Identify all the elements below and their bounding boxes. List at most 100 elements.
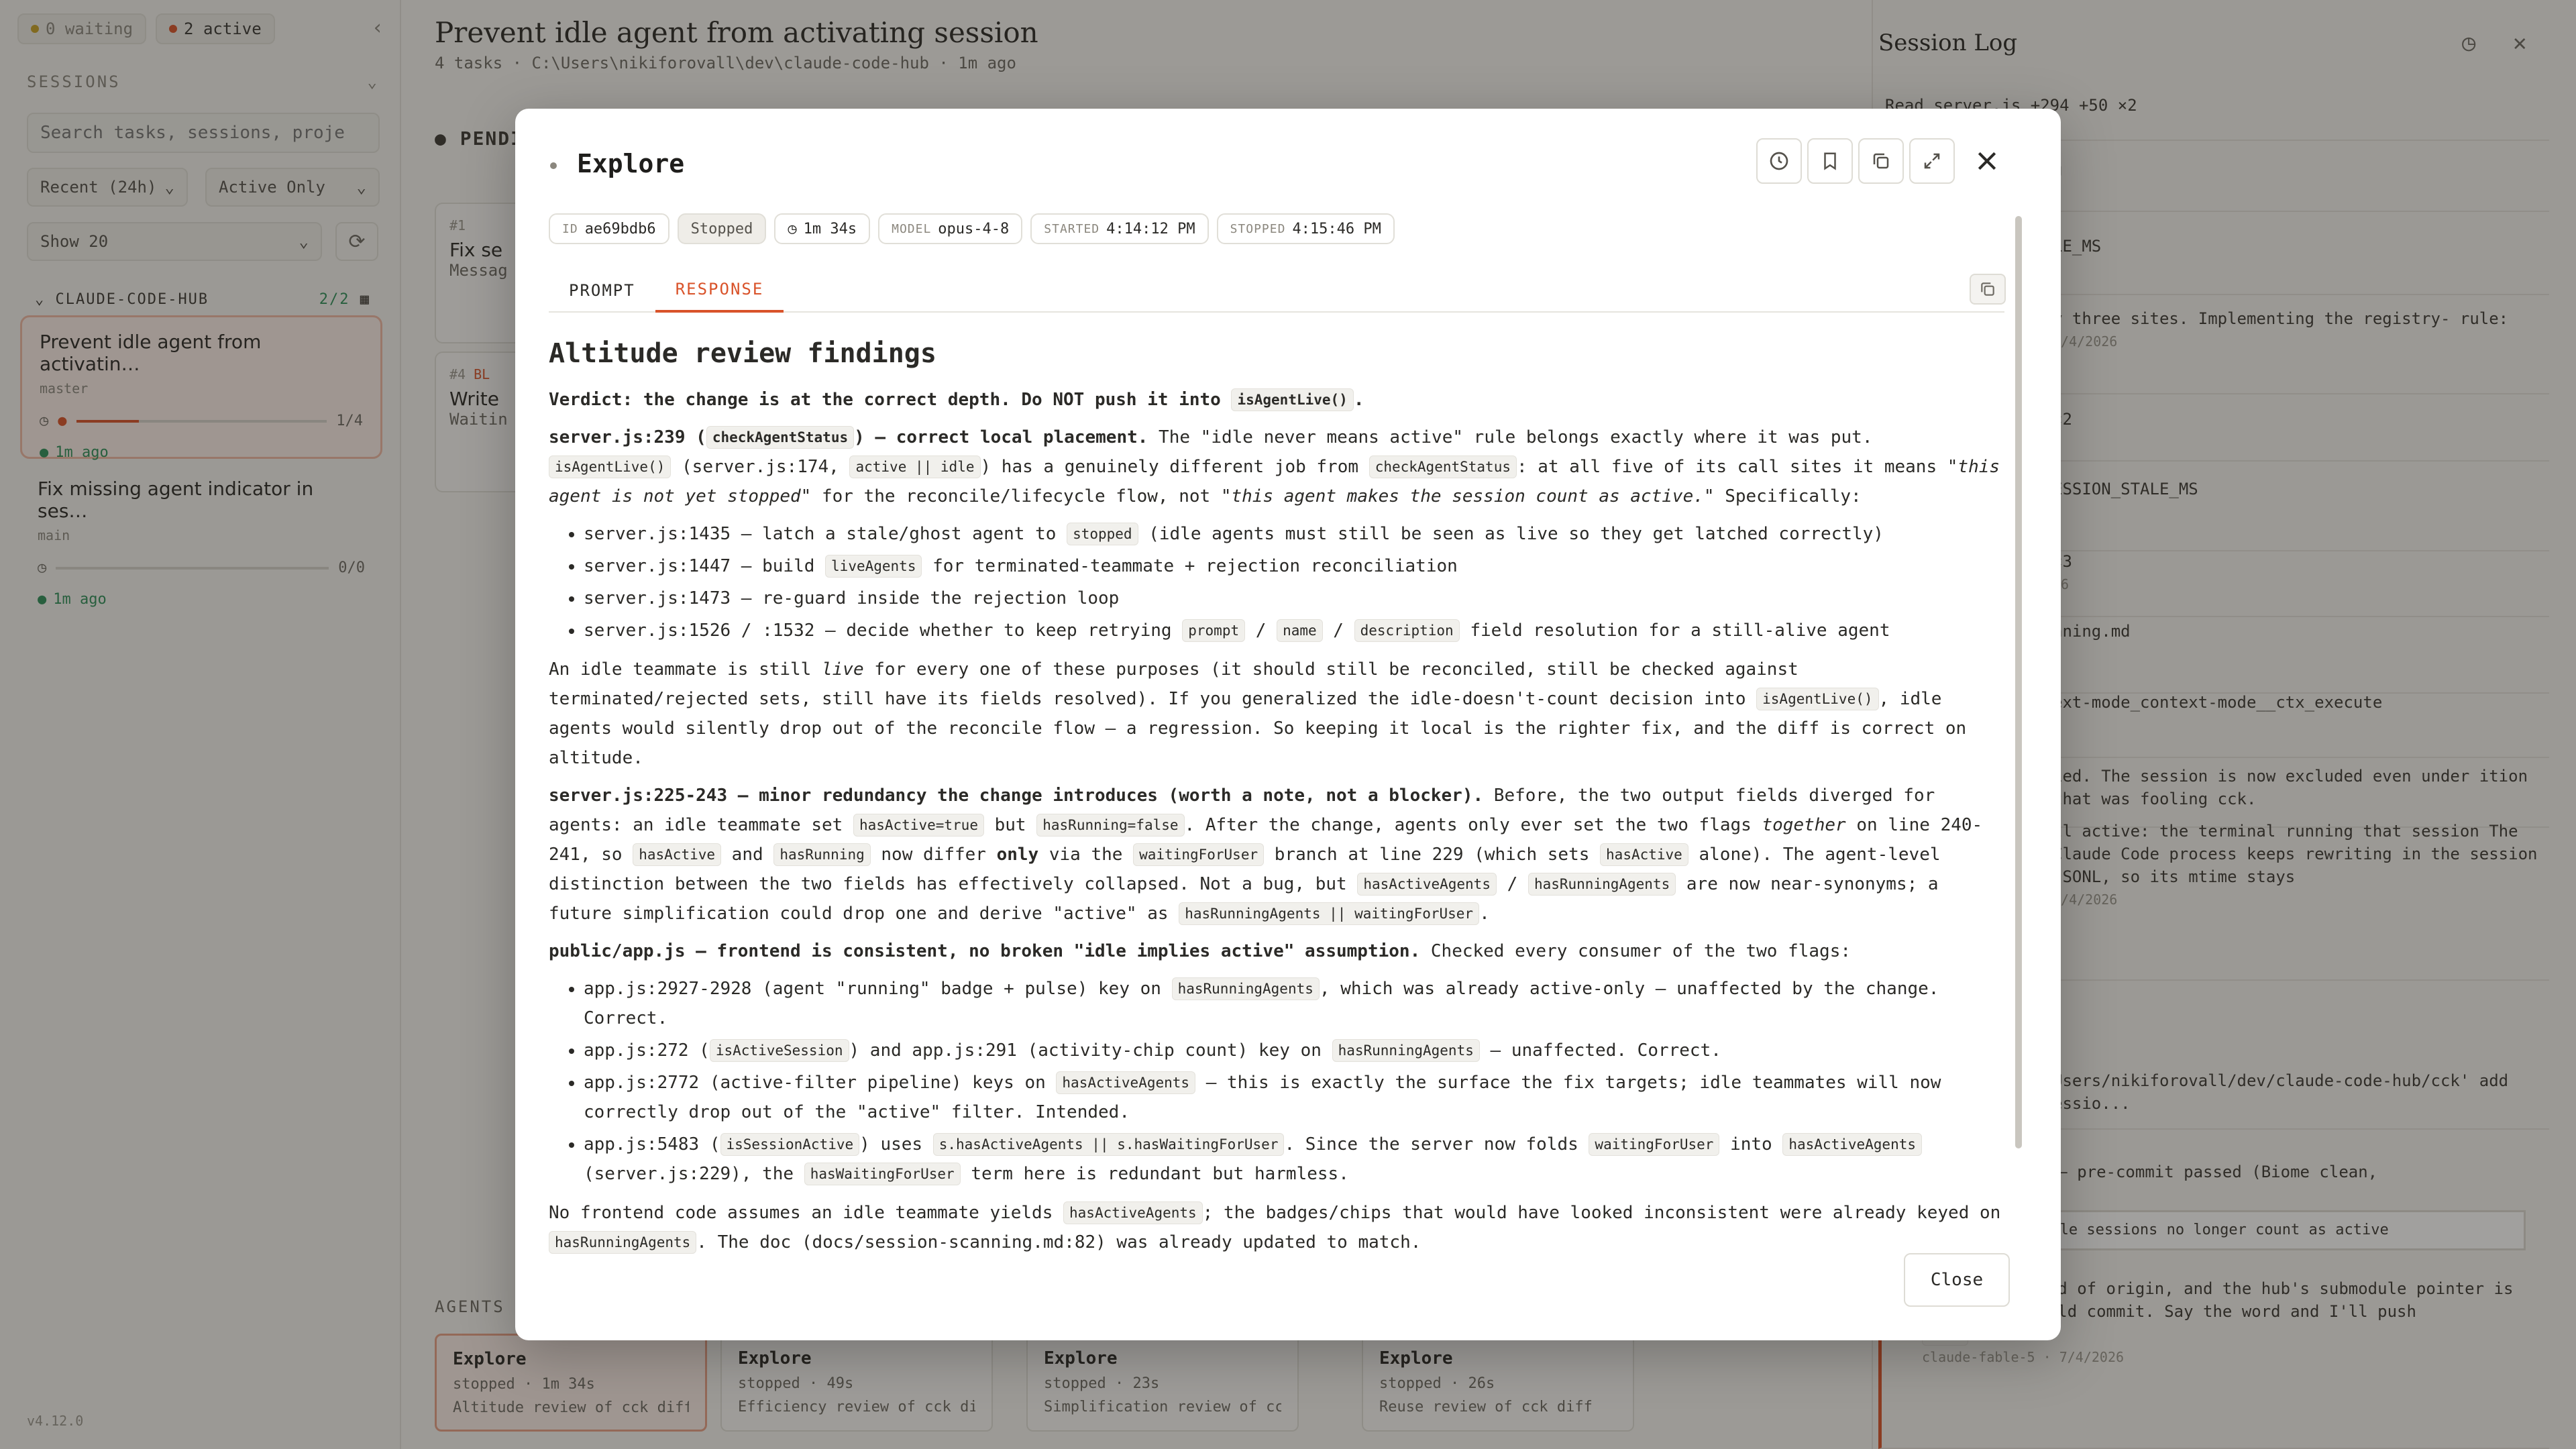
tab-prompt[interactable]: PROMPT (549, 268, 655, 313)
id-chip: ID ae69bdb6 (549, 213, 669, 244)
inline-code: hasRunningAgents (1332, 1039, 1480, 1062)
duration-chip: ◷ 1m 34s (774, 213, 871, 244)
list-item: app.js:2772 (active-filter pipeline) key… (584, 1068, 2004, 1127)
inline-code: hasActiveAgents (1357, 873, 1497, 896)
copy-icon (1981, 282, 1994, 296)
inline-code: liveAgents (825, 555, 922, 578)
text: server.js:1526 / :1532 — decide whether … (584, 621, 1183, 641)
text: server.js:225-243 — minor redundancy the… (549, 786, 1484, 806)
finding-paragraph: public/app.js — frontend is consistent, … (549, 936, 2004, 966)
expand-icon (1924, 153, 1940, 169)
bookmark-button[interactable] (1807, 138, 1853, 184)
text: live (822, 659, 864, 680)
copy-response-button[interactable] (1970, 274, 2006, 305)
list-item: server.js:1435 — latch a stale/ghost age… (584, 519, 2004, 549)
list-item: server.js:1447 — build liveAgents for te… (584, 551, 2004, 581)
text: . (1353, 390, 1364, 410)
text: via the (1038, 845, 1134, 865)
stopped-key: STOPPED (1230, 221, 1286, 236)
text: server.js:1447 — build (584, 556, 826, 576)
started-chip: STARTED 4:14:12 PM (1030, 213, 1209, 244)
inline-code: waitingForUser (1133, 843, 1265, 866)
text: / (1245, 621, 1277, 641)
inline-code: hasRunningAgents (1171, 977, 1320, 1000)
text: ) has a genuinely different job from (980, 457, 1369, 477)
text: The "idle never means active" rule belon… (1148, 427, 1873, 447)
modal-actions (1756, 138, 2010, 184)
call-site-list: server.js:1435 — latch a stale/ghost age… (584, 519, 2004, 645)
close-button[interactable]: Close (1904, 1253, 2010, 1307)
finding-paragraph: server.js:225-243 — minor redundancy the… (549, 781, 2004, 928)
inline-code: isAgentLive() (1231, 388, 1354, 411)
clock-icon: ◷ (788, 220, 797, 237)
tab-response[interactable]: RESPONSE (655, 268, 784, 313)
close-modal-button[interactable] (1964, 138, 2010, 184)
text: Verdict: the change is at the correct de… (549, 390, 1232, 410)
expand-button[interactable] (1909, 138, 1955, 184)
text: (server.js:229), the (584, 1164, 804, 1184)
consumer-list: app.js:2927-2928 (agent "running" badge … (584, 974, 2004, 1189)
text: ; the badges/chips that would have looke… (1202, 1203, 2001, 1223)
text: — unaffected. Correct. (1479, 1040, 1721, 1061)
scrollbar[interactable] (2015, 216, 2022, 1148)
text: app.js:2772 (active-filter pipeline) key… (584, 1073, 1057, 1093)
status-dot-icon (550, 162, 557, 169)
inline-code: hasWaitingForUser (804, 1163, 961, 1185)
copy-button[interactable] (1858, 138, 1904, 184)
text: for terminated-teammate + rejection reco… (922, 556, 1458, 576)
text: now differ (870, 845, 997, 865)
close-icon (1978, 152, 1996, 170)
started-key: STARTED (1044, 221, 1100, 236)
inline-code: hasRunningAgents || waitingForUser (1179, 902, 1480, 925)
inline-code: isActiveSession (709, 1039, 849, 1062)
text: together (1762, 815, 1846, 835)
duration-value: 1m 34s (803, 220, 857, 237)
id-value: ae69bdb6 (584, 220, 656, 237)
inline-code: isAgentLive() (549, 455, 672, 478)
text: server.js:1435 — latch a stale/ghost age… (584, 524, 1067, 544)
text: . The doc (docs/session-scanning.md:82) … (696, 1232, 1421, 1252)
inline-code: hasRunningAgents (549, 1231, 697, 1254)
verdict-paragraph: Verdict: the change is at the correct de… (549, 385, 2004, 415)
text: but (983, 815, 1037, 835)
history-button[interactable] (1756, 138, 1802, 184)
bookmark-icon (1824, 152, 1836, 170)
inline-code: stopped (1067, 523, 1138, 545)
modal-tabs: PROMPT RESPONSE (549, 268, 2004, 313)
text: Checked every consumer of the two flags: (1420, 941, 1851, 961)
text: . After the change, agents only ever set… (1184, 815, 1762, 835)
inline-code: hasRunning (773, 843, 871, 866)
response-body: Altitude review findings Verdict: the ch… (549, 330, 2004, 1356)
inline-code: active || idle (849, 455, 981, 478)
copy-icon (1873, 153, 1889, 169)
inline-code: hasActiveAgents (1056, 1071, 1196, 1094)
inline-code: s.hasActiveAgents || s.hasWaitingForUser (932, 1133, 1285, 1156)
inline-code: prompt (1182, 619, 1246, 642)
text: Specifically: (1714, 486, 1862, 506)
list-item: app.js:2927-2928 (agent "running" badge … (584, 974, 2004, 1033)
text: for the reconcile/lifecycle flow, not (811, 486, 1221, 506)
text: / (1496, 874, 1528, 894)
text: branch at line 229 (which sets (1264, 845, 1601, 865)
text: ) — correct local placement. (854, 427, 1148, 447)
text: into (1719, 1134, 1783, 1155)
inline-code: hasRunningAgents (1527, 873, 1676, 896)
status-badge: Stopped (677, 213, 767, 244)
text: (idle agents must still be seen as live … (1138, 524, 1884, 544)
text: ) uses (859, 1134, 933, 1155)
list-item: app.js:272 (isActiveSession) and app.js:… (584, 1036, 2004, 1065)
inline-code: isSessionActive (720, 1133, 860, 1156)
text: ) and app.js:291 (activity-chip count) k… (849, 1040, 1332, 1061)
inline-code: description (1354, 619, 1460, 642)
inline-code: waitingForUser (1589, 1133, 1720, 1156)
list-item: server.js:1526 / :1532 — decide whether … (584, 616, 2004, 645)
model-chip: MODEL opus-4-8 (878, 213, 1023, 244)
list-item: app.js:5483 (isSessionActive) uses s.has… (584, 1130, 2004, 1189)
text: No frontend code assumes an idle teammat… (549, 1203, 1064, 1223)
inline-code: hasActiveAgents (1782, 1133, 1923, 1156)
history-icon (1770, 152, 1788, 170)
model-key: MODEL (892, 221, 932, 236)
agent-meta-chips: ID ae69bdb6 Stopped ◷ 1m 34s MODEL opus-4-8… (549, 213, 1395, 244)
modal-title: Explore (577, 149, 685, 178)
agent-detail-modal: Explore ID ae69bdb6 Stopped ◷ 1m 34s MODEL… (515, 109, 2061, 1340)
